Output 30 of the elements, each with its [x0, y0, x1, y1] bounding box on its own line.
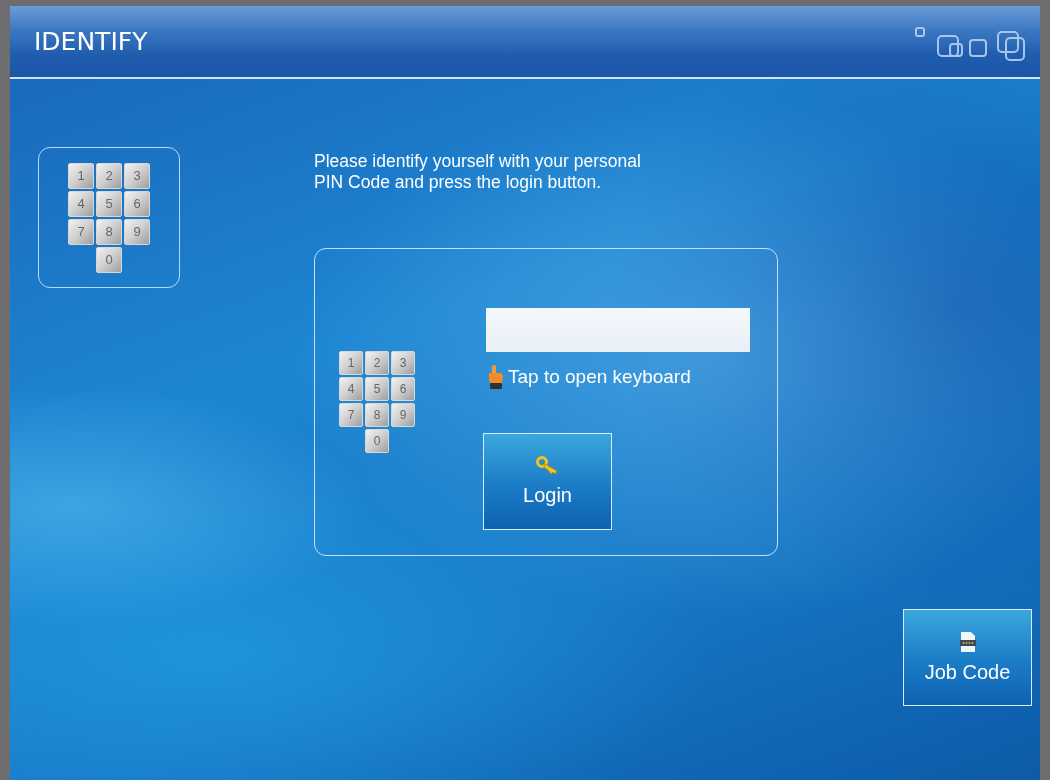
keypad-key: 2 [96, 162, 122, 189]
keypad-key: 0 [365, 429, 389, 453]
keypad-key: 6 [124, 190, 150, 217]
keypad-key: 3 [391, 351, 415, 375]
keypad-key: 2 [365, 351, 389, 375]
keypad-key: 4 [68, 190, 94, 217]
keypad-key: 8 [96, 218, 122, 245]
key-icon [535, 456, 560, 476]
instruction-text: Please identify yourself with your personal PIN Code and press the login button. [314, 151, 642, 193]
pointing-hand-icon [486, 364, 504, 390]
keypad-key: 4 [339, 377, 363, 401]
keypad-key: 7 [68, 218, 94, 245]
keypad-key: 1 [68, 162, 94, 189]
keypad-key: 0 [96, 246, 122, 273]
keypad-key: 5 [96, 190, 122, 217]
keyboard-hint: Tap to open keyboard [508, 366, 691, 388]
keypad-key: 8 [365, 403, 389, 427]
keypad-key: 9 [124, 218, 150, 245]
keypad-key: 7 [339, 403, 363, 427]
pin-input-field[interactable] [486, 308, 750, 352]
job-code-button[interactable]: Job Code [903, 609, 1032, 706]
document-icon [957, 631, 978, 653]
keypad-key: 9 [391, 403, 415, 427]
screen-title: IDENTIFY [34, 27, 148, 56]
keypad-key: 5 [365, 377, 389, 401]
keypad-key: 6 [391, 377, 415, 401]
keypad-key: 1 [339, 351, 363, 375]
login-button[interactable]: Login [483, 433, 612, 530]
keypad-button[interactable]: 1 2 3 4 5 6 7 8 9 0 [38, 147, 180, 288]
keypad-key: 3 [124, 162, 150, 189]
